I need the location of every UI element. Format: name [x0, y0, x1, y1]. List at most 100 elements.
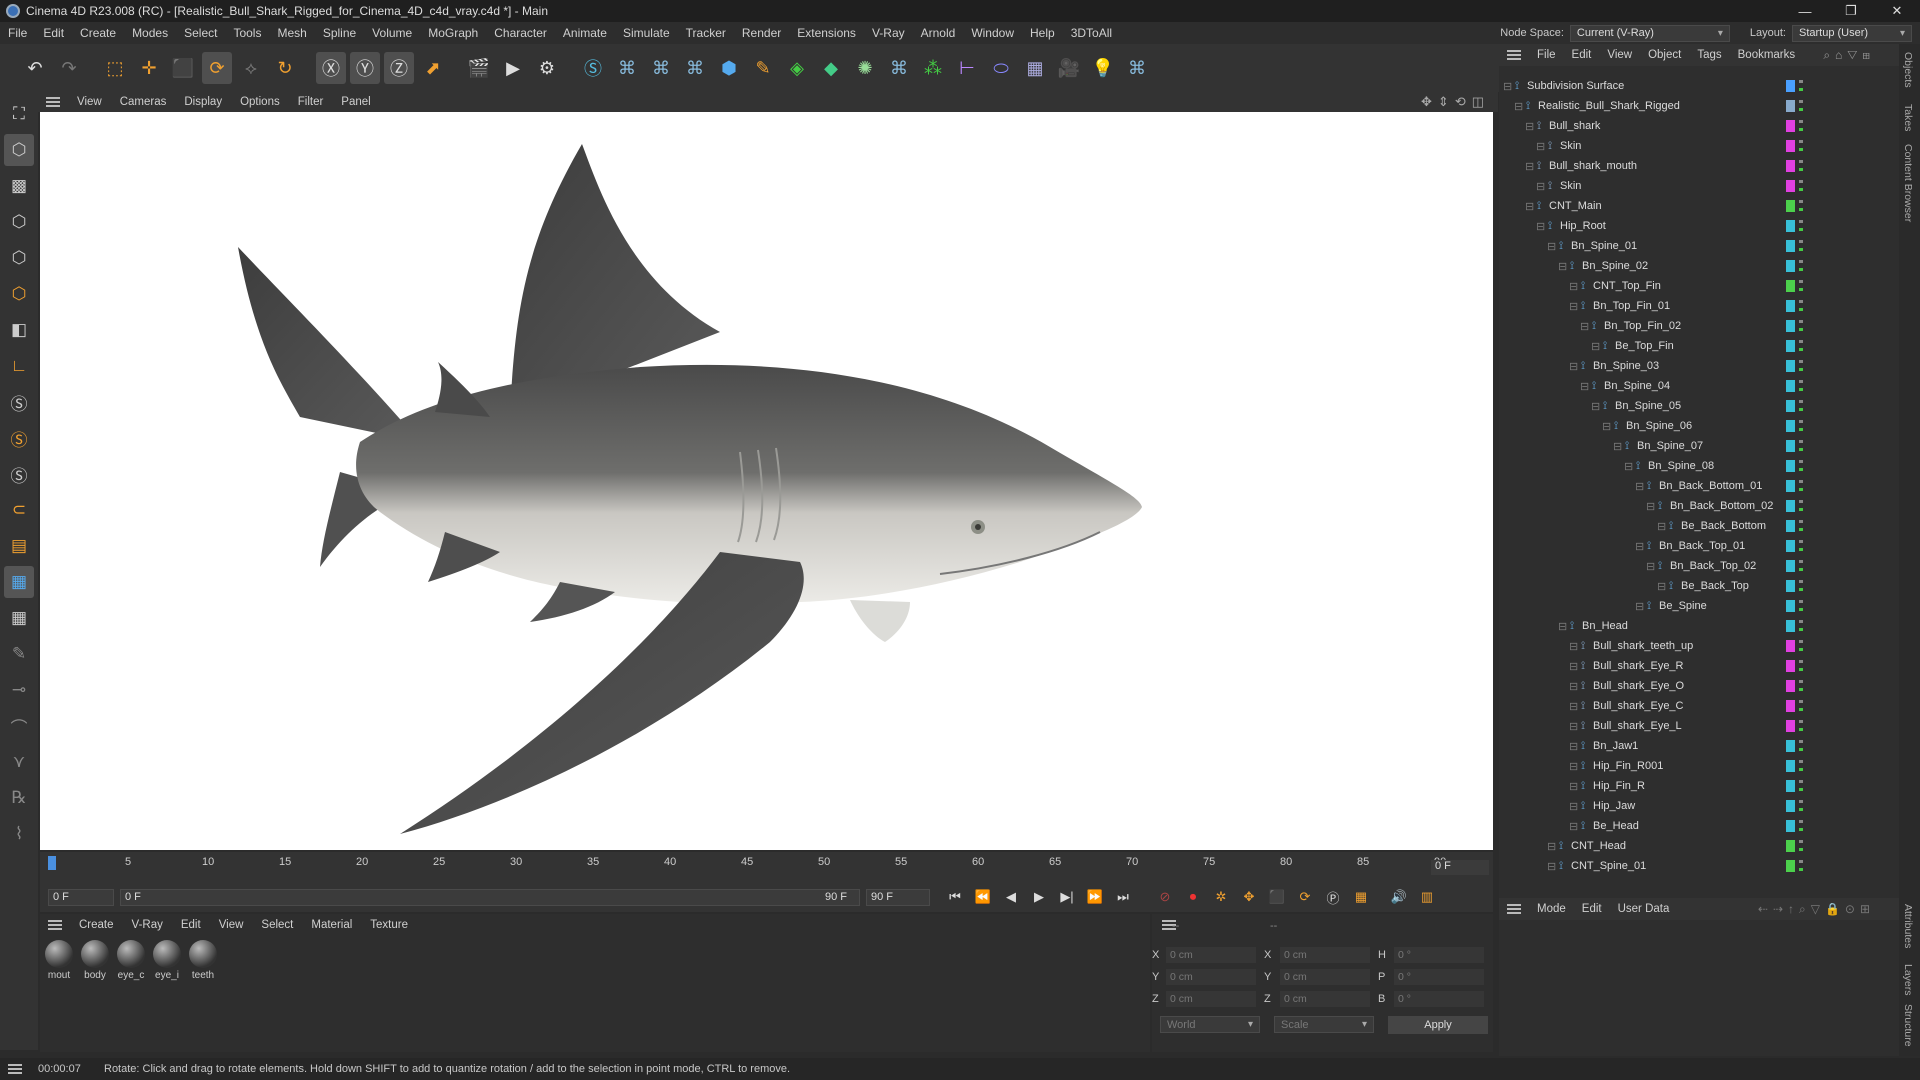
- menu-arnold[interactable]: Arnold: [913, 26, 964, 40]
- object-name[interactable]: Bn_Head: [1582, 620, 1628, 632]
- object-name[interactable]: Be_Head: [1593, 820, 1639, 832]
- visibility-dots-icon[interactable]: [1799, 260, 1803, 272]
- layer-color-swatch[interactable]: [1786, 280, 1795, 292]
- expand-toggle-icon[interactable]: ⊟: [1547, 860, 1556, 873]
- object-name[interactable]: Bull_shark_Eye_L: [1593, 720, 1682, 732]
- expand-toggle-icon[interactable]: ⊟: [1558, 260, 1567, 273]
- tab-content-browser[interactable]: Content Browser: [1902, 144, 1914, 222]
- expand-toggle-icon[interactable]: ⊟: [1569, 760, 1578, 773]
- menu-mograph[interactable]: MoGraph: [420, 26, 486, 40]
- layer-color-swatch[interactable]: [1786, 660, 1795, 672]
- object-row[interactable]: ⊟ ⟟ Be_Spine: [1499, 596, 1889, 616]
- material-menu-view[interactable]: View: [210, 919, 253, 931]
- visibility-dots-icon[interactable]: [1799, 860, 1803, 872]
- expand-toggle-icon[interactable]: ⊟: [1569, 360, 1578, 373]
- expand-toggle-icon[interactable]: ⊟: [1569, 680, 1578, 693]
- object-row[interactable]: ⊟ ⟟ CNT_Spine_01: [1499, 856, 1889, 876]
- layer-color-swatch[interactable]: [1786, 420, 1795, 432]
- rotation-p-field[interactable]: 0 °: [1394, 969, 1484, 985]
- object-row[interactable]: ⊟ ⟟ Bn_Back_Top_01: [1499, 536, 1889, 556]
- layer-color-swatch[interactable]: [1786, 220, 1795, 232]
- layer-color-swatch[interactable]: [1786, 360, 1795, 372]
- object-name[interactable]: Bn_Back_Bottom_01: [1659, 480, 1762, 492]
- sculpt-tool-icon[interactable]: ⌒: [4, 710, 34, 742]
- menu-render[interactable]: Render: [734, 26, 789, 40]
- layer-color-swatch[interactable]: [1786, 700, 1795, 712]
- object-row[interactable]: ⊟ ⟟ Bn_Spine_07: [1499, 436, 1889, 456]
- tab-takes[interactable]: Takes: [1902, 104, 1914, 131]
- menu-v-ray[interactable]: V-Ray: [864, 26, 913, 40]
- visibility-dots-icon[interactable]: [1799, 520, 1803, 532]
- node-space-dropdown[interactable]: Current (V-Ray): [1569, 24, 1730, 42]
- record-keys-icon[interactable]: ⊘: [1154, 886, 1176, 908]
- layer-color-swatch[interactable]: [1786, 540, 1795, 552]
- expand-toggle-icon[interactable]: ⊟: [1547, 840, 1556, 853]
- timeline-window-icon[interactable]: ▥: [1416, 886, 1438, 908]
- menu-animate[interactable]: Animate: [555, 26, 615, 40]
- menu-edit[interactable]: Edit: [35, 26, 72, 40]
- object-row[interactable]: ⊟ ⟟ CNT_Top_Fin: [1499, 276, 1889, 296]
- layer-color-swatch[interactable]: [1786, 140, 1795, 152]
- object-name[interactable]: Subdivision Surface: [1527, 80, 1624, 92]
- object-row[interactable]: ⊟ ⟟ Bn_Spine_01: [1499, 236, 1889, 256]
- layer-color-swatch[interactable]: [1786, 460, 1795, 472]
- y-axis-icon[interactable]: Ⓨ: [350, 52, 380, 84]
- object-row[interactable]: ⊟ ⟟ Be_Back_Top: [1499, 576, 1889, 596]
- material-swatch[interactable]: eye_c: [116, 940, 146, 981]
- object-row[interactable]: ⊟ ⟟ Hip_Jaw: [1499, 796, 1889, 816]
- field-icon[interactable]: ⊢: [952, 52, 982, 84]
- object-row[interactable]: ⊟ ⟟ Bn_Back_Bottom_01: [1499, 476, 1889, 496]
- position-z-field[interactable]: 0 cm: [1166, 991, 1256, 1007]
- menu-simulate[interactable]: Simulate: [615, 26, 678, 40]
- move-icon[interactable]: ✛: [134, 52, 164, 84]
- shark-model[interactable]: [40, 112, 1493, 850]
- next-key-icon[interactable]: ⏩: [1084, 886, 1106, 908]
- layer-color-swatch[interactable]: [1786, 720, 1795, 732]
- expand-toggle-icon[interactable]: ⊟: [1646, 560, 1655, 573]
- expand-toggle-icon[interactable]: ⊟: [1569, 720, 1578, 733]
- expand-toggle-icon[interactable]: ⊟: [1525, 120, 1534, 133]
- layer-color-swatch[interactable]: [1786, 680, 1795, 692]
- layer-color-swatch[interactable]: [1786, 480, 1795, 492]
- python-script-5-icon[interactable]: ⌘: [1122, 52, 1152, 84]
- material-swatch[interactable]: eye_i: [152, 940, 182, 981]
- visibility-dots-icon[interactable]: [1799, 420, 1803, 432]
- object-name[interactable]: Bn_Spine_07: [1637, 440, 1703, 452]
- visibility-dots-icon[interactable]: [1799, 800, 1803, 812]
- object-row[interactable]: ⊟ ⟟ Bn_Spine_04: [1499, 376, 1889, 396]
- object-name[interactable]: Bull_shark_Eye_C: [1593, 700, 1684, 712]
- redo-icon[interactable]: ↷: [54, 52, 84, 84]
- model-mode-icon[interactable]: ⬡: [4, 134, 34, 166]
- object-menu-icon[interactable]: [1507, 50, 1521, 60]
- layer-color-swatch[interactable]: [1786, 820, 1795, 832]
- object-row[interactable]: ⊟ ⟟ Realistic_Bull_Shark_Rigged: [1499, 96, 1889, 116]
- visibility-dots-icon[interactable]: [1799, 440, 1803, 452]
- menu-tools[interactable]: Tools: [225, 26, 269, 40]
- object-name[interactable]: Bn_Back_Top_01: [1659, 540, 1745, 552]
- visibility-dots-icon[interactable]: [1799, 740, 1803, 752]
- viewport-menu-icon[interactable]: [46, 97, 60, 107]
- material-menu-icon[interactable]: [48, 920, 62, 930]
- object-row[interactable]: ⊟ ⟟ Be_Back_Bottom: [1499, 516, 1889, 536]
- object-name[interactable]: Bn_Spine_03: [1593, 360, 1659, 372]
- layer-color-swatch[interactable]: [1786, 620, 1795, 632]
- paint-tool-icon[interactable]: ✎: [4, 638, 34, 670]
- material-menu-select[interactable]: Select: [252, 919, 302, 931]
- attribute-menu-icon[interactable]: [1507, 904, 1521, 914]
- frame-range-slider[interactable]: 0 F 90 F: [120, 888, 860, 906]
- coordinate-mode-dropdown[interactable]: World: [1160, 1016, 1260, 1033]
- python-script-1-icon[interactable]: ⌘: [612, 52, 642, 84]
- layer-color-swatch[interactable]: [1786, 300, 1795, 312]
- next-frame-icon[interactable]: ▶|: [1056, 886, 1078, 908]
- object-row[interactable]: ⊟ ⟟ Bn_Spine_02: [1499, 256, 1889, 276]
- object-row[interactable]: ⊟ ⟟ Bn_Back_Top_02: [1499, 556, 1889, 576]
- object-row[interactable]: ⊟ ⟟ Bull_shark_Eye_L: [1499, 716, 1889, 736]
- play-icon[interactable]: ▶: [1028, 886, 1050, 908]
- object-row[interactable]: ⊟ ⟟ Bn_Spine_05: [1499, 396, 1889, 416]
- tab-attributes[interactable]: Attributes: [1902, 904, 1914, 948]
- edge-mode-icon[interactable]: ⬡: [4, 242, 34, 274]
- expand-toggle-icon[interactable]: ⊟: [1536, 180, 1545, 193]
- tab-structure[interactable]: Structure: [1902, 1004, 1914, 1047]
- tab-objects[interactable]: Objects: [1902, 52, 1914, 88]
- object-row[interactable]: ⊟ ⟟ Bull_shark_Eye_C: [1499, 696, 1889, 716]
